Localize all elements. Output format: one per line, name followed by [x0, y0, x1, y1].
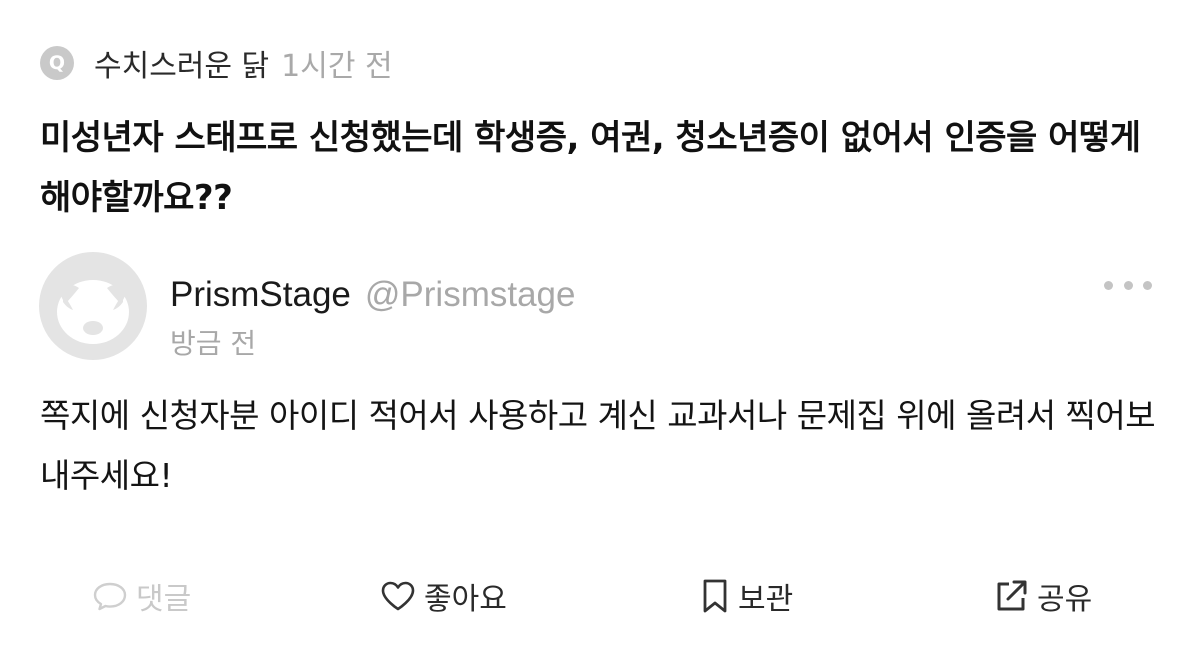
more-options-button[interactable] [1104, 272, 1152, 298]
answer-author-handle[interactable]: @Prismstage [365, 275, 576, 315]
answer-author-row: PrismStage @Prismstage [170, 270, 576, 320]
speech-bubble-icon [92, 580, 128, 612]
question-time: 1시간 전 [281, 49, 393, 84]
panda-avatar-icon [57, 280, 129, 344]
avatar[interactable] [39, 252, 147, 360]
more-dot [1123, 280, 1133, 290]
share-label: 공유 [1037, 582, 1093, 617]
heart-outline-icon [380, 580, 416, 612]
like-button[interactable]: 좋아요 [380, 572, 507, 620]
post-page: Q 수치스러운 닭 1시간 전 미성년자 스태프로 신청했는데 학생증, 여권,… [0, 0, 1200, 666]
answer-time: 방금 전 [170, 327, 257, 360]
bookmark-outline-icon [700, 578, 730, 614]
answer-text: 쪽지에 신청자분 아이디 적어서 사용하고 계신 교과서나 문제집 위에 올려서… [40, 396, 1156, 495]
comment-button[interactable]: 댓글 [92, 572, 191, 620]
question-author[interactable]: 수치스러운 닭 [94, 41, 269, 85]
answer-author-name[interactable]: PrismStage [170, 275, 351, 315]
share-button[interactable]: 공유 [993, 572, 1092, 620]
more-dots-icon [1104, 280, 1113, 290]
save-button[interactable]: 보관 [700, 572, 793, 620]
save-label: 보관 [738, 582, 794, 617]
question-text: 미성년자 스태프로 신청했는데 학생증, 여권, 청소년증이 없어서 인증을 어… [40, 118, 1141, 218]
share-arrow-icon [993, 578, 1029, 614]
question-badge: Q [40, 46, 74, 80]
question-header: Q 수치스러운 닭 1시간 전 [40, 40, 393, 86]
more-dot [1143, 280, 1152, 290]
like-label: 좋아요 [424, 582, 507, 617]
comment-label: 댓글 [136, 582, 192, 617]
